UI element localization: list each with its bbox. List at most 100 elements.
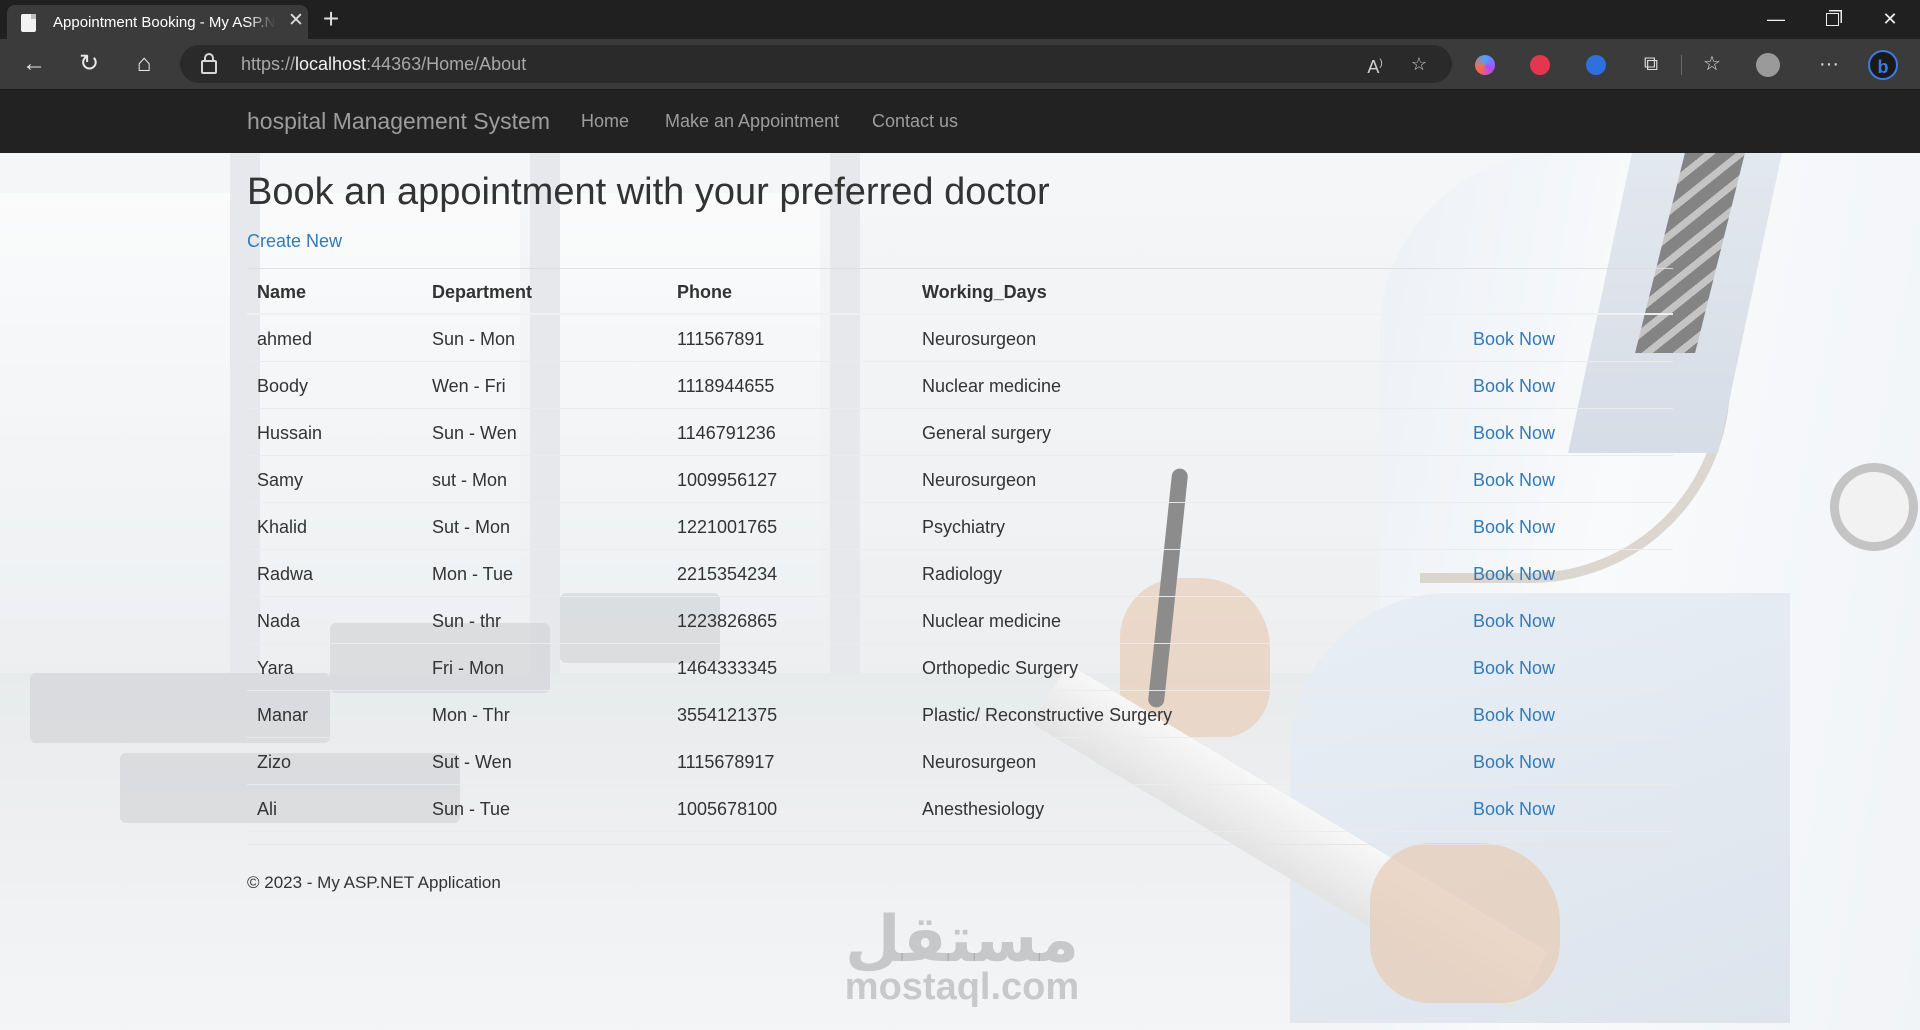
book-now-link[interactable]: Book Now	[1473, 705, 1555, 726]
column-header-department: Department	[432, 282, 533, 302]
table-row: Yara Fri - Mon 1464333345 Orthopedic Surger…	[247, 644, 1673, 691]
minimize-window-icon[interactable]: —	[1756, 6, 1796, 32]
add-favorite-icon[interactable]: ☆	[1406, 53, 1432, 75]
book-now-link[interactable]: Book Now	[1473, 611, 1555, 632]
book-now-link[interactable]: Book Now	[1473, 470, 1555, 491]
cell-name: Radwa	[257, 564, 314, 584]
cell-working-days: Neurosurgeon	[922, 752, 1037, 772]
cell-phone: 1005678100	[677, 799, 778, 819]
table-divider	[247, 844, 1673, 845]
page-title: Book an appointment with your preferred …	[247, 171, 1050, 213]
book-now-link[interactable]: Book Now	[1473, 517, 1555, 538]
nav-link-make-appointment[interactable]: Make an Appointment	[665, 111, 839, 132]
book-now-link[interactable]: Book Now	[1473, 658, 1555, 679]
page-favicon	[21, 14, 36, 32]
table-row: Radwa Mon - Tue 2215354234 Radiology Book No…	[247, 550, 1673, 597]
book-now-link[interactable]: Book Now	[1473, 799, 1555, 820]
address-bar[interactable]: https://localhost:44363/Home/About A) ☆	[180, 45, 1452, 83]
cell-phone: 1118944655	[677, 376, 775, 396]
table-row: Manar Mon - Thr 3554121375 Plastic/ Reconst…	[247, 691, 1673, 738]
table-body: ahmed Sun - Mon 111567891 Neurosurgeon Book …	[247, 315, 1673, 832]
cell-name: Khalid	[257, 517, 308, 537]
watermark-latin: mostaql.com	[844, 966, 1080, 1008]
tab-title: Appointment Booking - My ASP.NET Applica…	[53, 14, 275, 31]
cell-department: Sut - Mon	[432, 517, 511, 537]
extensions-icon[interactable]: ⧉	[1636, 50, 1666, 78]
table-row: Ali Sun - Tue 1005678100 Anesthesiology Book…	[247, 785, 1673, 832]
new-tab-button[interactable]: +	[318, 4, 344, 34]
book-now-link[interactable]: Book Now	[1473, 752, 1555, 773]
read-aloud-icon[interactable]: A)	[1362, 53, 1388, 77]
copilot-ext-icon[interactable]	[1470, 50, 1500, 78]
browser-tab-strip: Appointment Booking - My ASP.NET Applica…	[0, 0, 1920, 39]
lock-icon[interactable]	[201, 53, 217, 74]
footer-copyright: © 2023 - My ASP.NET Application	[247, 873, 501, 892]
cell-working-days: Radiology	[922, 564, 1003, 584]
restore-window-icon[interactable]	[1812, 6, 1852, 32]
favorites-icon[interactable]: ☆	[1697, 50, 1727, 78]
site-navbar: hospital Management System Home Make an …	[0, 90, 1920, 153]
doctors-table: Name Department Phone Working_Days ahmed…	[247, 268, 1673, 832]
cell-name: ahmed	[257, 329, 313, 349]
nav-link-home[interactable]: Home	[581, 111, 629, 132]
cell-department: Sun - Wen	[432, 423, 517, 443]
cell-name: Zizo	[257, 752, 292, 772]
cell-phone: 2215354234	[677, 564, 778, 584]
back-arrow-icon[interactable]: ←	[18, 49, 50, 79]
cell-working-days: Neurosurgeon	[922, 470, 1037, 490]
book-now-link[interactable]: Book Now	[1473, 564, 1555, 585]
table-row: ahmed Sun - Mon 111567891 Neurosurgeon Book …	[247, 315, 1673, 362]
profile-icon[interactable]	[1753, 50, 1783, 78]
table-row: Hussain Sun - Wen 1146791236 General surger…	[247, 409, 1673, 456]
toolbar-divider	[1681, 55, 1682, 75]
bing-icon[interactable]: b	[1868, 50, 1898, 80]
cell-working-days: Anesthesiology	[922, 799, 1045, 819]
tab-close-icon[interactable]: ✕	[287, 11, 305, 31]
cell-phone: 1115678917	[677, 752, 775, 772]
table-row: Khalid Sut - Mon 1221001765 Psychiatry Book …	[247, 503, 1673, 550]
cell-phone: 1009956127	[677, 470, 778, 490]
table-row: Samy sut - Mon 1009956127 Neurosurgeon Book …	[247, 456, 1673, 503]
nav-link-contact[interactable]: Contact us	[872, 111, 958, 132]
cell-name: Samy	[257, 470, 304, 490]
cell-department: Sun - Mon	[432, 329, 516, 349]
cell-name: Boody	[257, 376, 309, 396]
book-now-link[interactable]: Book Now	[1473, 329, 1555, 350]
record-ext-icon[interactable]	[1525, 50, 1555, 78]
home-icon[interactable]: ⌂	[128, 49, 160, 79]
cell-phone: 1223826865	[677, 611, 778, 631]
cell-working-days: Plastic/ Reconstructive Surgery	[922, 705, 1173, 725]
reload-icon[interactable]: ↻	[73, 49, 105, 79]
cell-name: Manar	[257, 705, 309, 725]
cell-department: Mon - Thr	[432, 705, 510, 725]
book-now-link[interactable]: Book Now	[1473, 376, 1555, 397]
cell-working-days: Nuclear medicine	[922, 376, 1062, 396]
cell-department: Fri - Mon	[432, 658, 504, 678]
column-header-phone: Phone	[677, 282, 733, 302]
cell-department: sut - Mon	[432, 470, 508, 490]
column-header-name: Name	[257, 282, 307, 302]
table-row: Boody Wen - Fri 1118944655 Nuclear medicine…	[247, 362, 1673, 409]
cell-department: Sut - Wen	[432, 752, 512, 772]
table-row: Nada Sun - thr 1223826865 Nuclear medicine B…	[247, 597, 1673, 644]
translate-ext-icon[interactable]	[1581, 50, 1611, 78]
create-new-link[interactable]: Create New	[247, 231, 342, 252]
table-header-row: Name Department Phone Working_Days	[247, 269, 1673, 315]
cell-phone: 3554121375	[677, 705, 778, 725]
cell-phone: 1221001765	[677, 517, 778, 537]
site-brand[interactable]: hospital Management System	[247, 108, 550, 135]
cell-department: Sun - thr	[432, 611, 502, 631]
close-window-icon[interactable]: ✕	[1870, 6, 1910, 32]
cell-working-days: Psychiatry	[922, 517, 1006, 537]
cell-department: Sun - Tue	[432, 799, 511, 819]
cell-phone: 1146791236	[677, 423, 776, 443]
cell-working-days: Orthopedic Surgery	[922, 658, 1079, 678]
url-text[interactable]: https://localhost:44363/Home/About	[241, 54, 526, 75]
more-icon[interactable]: ···	[1814, 50, 1844, 78]
cell-name: Yara	[257, 658, 294, 678]
cell-phone: 1464333345	[677, 658, 778, 678]
cell-working-days: General surgery	[922, 423, 1052, 443]
browser-tab-active[interactable]: Appointment Booking - My ASP.NET Applica…	[7, 5, 308, 39]
column-header-working-days: Working_Days	[922, 282, 1047, 302]
book-now-link[interactable]: Book Now	[1473, 423, 1555, 444]
